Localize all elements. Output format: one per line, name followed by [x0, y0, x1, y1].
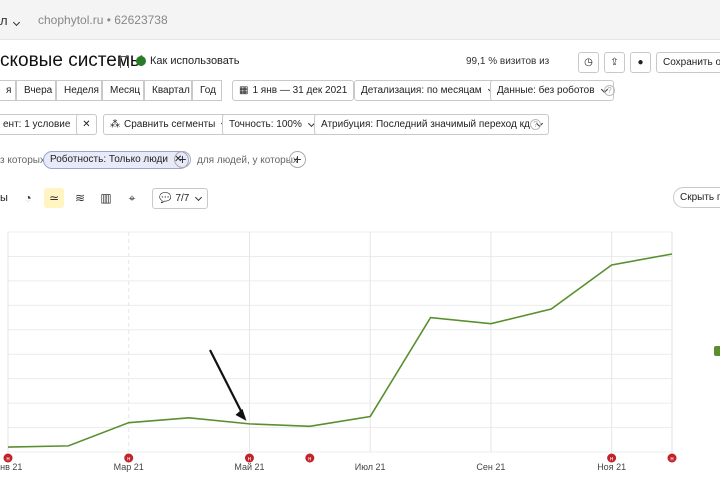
- calendar-icon: ▦: [239, 85, 249, 96]
- x-tick-label: Янв 21: [0, 462, 22, 472]
- period-month[interactable]: Месяц: [102, 80, 144, 101]
- attribution-select[interactable]: Атрибуция: Последний значимый переход кд: [314, 114, 549, 135]
- date-range-label: 1 янв — 31 дек 2021: [252, 85, 348, 96]
- x-tick-label: Сен 21: [476, 462, 505, 472]
- annotation-marker: [244, 453, 254, 463]
- annotation-arrow: [209, 349, 246, 419]
- annotation-marker-label: н: [308, 457, 311, 463]
- annotation-marker: [124, 453, 134, 463]
- filter-chip[interactable]: Роботность: Только люди ✕: [43, 151, 190, 169]
- chart-toolbar-label: ы: [0, 192, 8, 204]
- accuracy-label: Точность: 100%: [229, 119, 302, 130]
- counter-info: chophytol.ru • 62623738: [38, 13, 168, 27]
- filter-prefix: з которых: [0, 155, 45, 166]
- filter-chip-label: Роботность: Только люди: [50, 154, 168, 165]
- export-button[interactable]: ⇪: [604, 52, 625, 73]
- period-year[interactable]: Год: [192, 80, 222, 101]
- compare-label: Сравнить сегменты: [124, 119, 216, 130]
- pie-chart-icon[interactable]: ◔: [18, 188, 38, 208]
- add-people-filter-button[interactable]: +: [289, 151, 306, 168]
- how-to-use-label: Как использовать: [150, 55, 240, 67]
- annotation-marker: [667, 453, 677, 463]
- bookmark-icon[interactable]: [120, 56, 129, 68]
- x-tick-label: Мар 21: [114, 462, 144, 472]
- close-icon: ✕: [82, 119, 91, 130]
- annotation-marker-label: н: [670, 457, 673, 463]
- period-week[interactable]: Неделя: [56, 80, 102, 101]
- annotation-marker: [305, 453, 315, 463]
- segment-label: ент: 1 условие: [3, 119, 71, 130]
- save-report-button[interactable]: Сохранить отч: [656, 52, 720, 73]
- top-bar: л chophytol.ru • 62623738: [0, 0, 720, 40]
- how-to-use-link[interactable]: Как использовать: [136, 55, 239, 67]
- annotation-marker-label: н: [127, 457, 130, 463]
- period-yesterday[interactable]: Вчера: [16, 80, 56, 101]
- detail-label: Детализация: по месяцам: [361, 85, 482, 96]
- x-tick-label: Ноя 21: [597, 462, 626, 472]
- add-filter-button[interactable]: +: [174, 151, 191, 168]
- counter-selector[interactable]: л: [0, 13, 21, 28]
- period-quarter[interactable]: Квартал: [144, 80, 192, 101]
- comment-icon: 💬: [159, 193, 172, 204]
- bar-chart-icon[interactable]: ▥: [96, 188, 116, 208]
- series-line: [7, 253, 673, 448]
- share-button[interactable]: ●: [630, 52, 651, 73]
- map-pin-icon[interactable]: ⌖: [122, 188, 142, 208]
- clear-segment-button[interactable]: ✕: [76, 114, 97, 135]
- help-icon[interactable]: ?: [530, 119, 541, 130]
- history-button[interactable]: ◷: [578, 52, 599, 73]
- clock-icon: ◷: [584, 57, 593, 68]
- date-range-button[interactable]: ▦ 1 янв — 31 дек 2021: [232, 80, 355, 101]
- compare-segments-select[interactable]: ⁂ Сравнить сегменты: [103, 114, 235, 135]
- annotation-marker-label: н: [6, 457, 9, 463]
- visits-share: 99,1 % визитов из: [466, 56, 550, 67]
- hide-chart-button[interactable]: Скрыть гр: [673, 187, 720, 208]
- period-today[interactable]: я: [0, 80, 16, 101]
- filter-suffix: для людей, у которых: [197, 155, 298, 166]
- annotation-marker-label: н: [248, 457, 251, 463]
- annotations-select[interactable]: 💬 7/7: [152, 188, 209, 209]
- x-tick-label: Май 21: [234, 462, 264, 472]
- line-chart-icon[interactable]: ≃: [44, 188, 64, 208]
- annotation-marker: [607, 453, 617, 463]
- share-icon: ●: [637, 57, 644, 68]
- info-icon: [136, 56, 146, 66]
- help-icon[interactable]: ?: [604, 85, 615, 96]
- attribution-label: Атрибуция: Последний значимый переход кд: [321, 119, 530, 130]
- area-chart-icon[interactable]: ≋: [70, 188, 90, 208]
- chevron-down-icon: [195, 193, 203, 201]
- annotation-marker: [3, 453, 13, 463]
- annotations-label: 7/7: [175, 193, 190, 204]
- upload-icon: ⇪: [610, 57, 619, 68]
- annotation-arrow-head: [235, 408, 247, 421]
- data-filter-label: Данные: без роботов: [497, 85, 595, 96]
- data-filter-select[interactable]: Данные: без роботов: [490, 80, 614, 101]
- series-checkbox[interactable]: [714, 346, 720, 356]
- detail-select[interactable]: Детализация: по месяцам: [354, 80, 501, 101]
- plot-area: [7, 231, 673, 453]
- accuracy-select[interactable]: Точность: 100%: [222, 114, 321, 135]
- segments-icon: ⁂: [110, 119, 120, 130]
- chevron-down-icon: [13, 18, 21, 27]
- x-tick-label: Июл 21: [355, 462, 386, 472]
- annotation-marker-label: н: [610, 457, 613, 463]
